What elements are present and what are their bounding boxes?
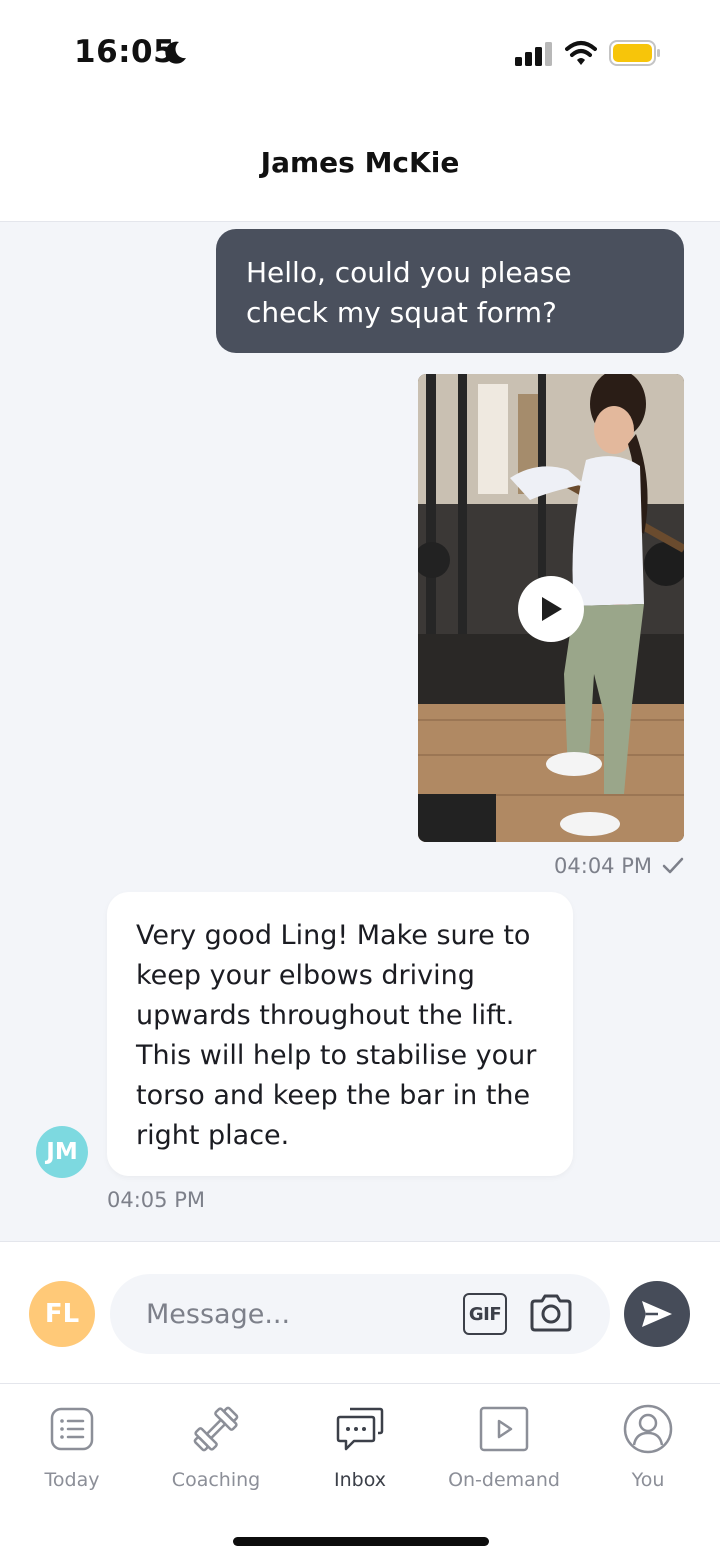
outgoing-message[interactable]: Hello, could you please check my squat f…	[216, 229, 684, 353]
play-icon	[479, 1406, 529, 1452]
dumbbell-icon	[193, 1406, 239, 1452]
message-input[interactable]	[146, 1292, 446, 1336]
message-composer: FL GIF	[0, 1241, 720, 1384]
chat-icon	[336, 1407, 384, 1451]
camera-icon[interactable]	[528, 1292, 574, 1334]
user-avatar[interactable]: FL	[29, 1281, 95, 1347]
nav-label: Today	[44, 1469, 100, 1491]
nav-label: Inbox	[334, 1469, 386, 1491]
nav-item-today[interactable]: Today	[0, 1403, 144, 1503]
status-bar: 16:05	[0, 0, 720, 106]
bottom-nav: Today Coaching Inbox On-demand You	[0, 1385, 720, 1561]
gif-button[interactable]: GIF	[463, 1293, 507, 1335]
chat-header: James McKie	[0, 106, 720, 222]
send-icon	[642, 1301, 672, 1327]
list-icon	[50, 1407, 94, 1451]
nav-label: You	[631, 1469, 665, 1491]
coach-avatar[interactable]: JM	[36, 1126, 88, 1178]
nav-item-you[interactable]: You	[576, 1403, 720, 1503]
page-title: James McKie	[260, 146, 460, 179]
send-button[interactable]	[624, 1281, 690, 1347]
play-icon	[542, 597, 562, 621]
nav-label: Coaching	[171, 1469, 261, 1491]
play-button[interactable]	[518, 576, 584, 642]
nav-label: On-demand	[448, 1469, 560, 1491]
message-timestamp: 04:04 PM	[554, 854, 652, 878]
home-indicator[interactable]	[233, 1537, 489, 1546]
nav-item-on-demand[interactable]: On-demand	[432, 1403, 576, 1503]
signal-icon	[515, 42, 552, 66]
moon-icon	[165, 41, 186, 64]
message-input-container[interactable]: GIF	[110, 1274, 610, 1354]
outgoing-message-meta: 04:04 PM	[554, 854, 684, 878]
user-icon	[623, 1404, 673, 1454]
battery-icon	[609, 40, 660, 66]
nav-item-coaching[interactable]: Coaching	[144, 1403, 288, 1503]
status-time: 16:05	[74, 34, 176, 70]
check-icon	[662, 857, 684, 874]
chat-thread[interactable]: Hello, could you please check my squat f…	[0, 222, 720, 1241]
wifi-icon	[565, 41, 597, 65]
video-message[interactable]	[418, 374, 684, 842]
message-timestamp: 04:05 PM	[107, 1188, 205, 1212]
nav-item-inbox[interactable]: Inbox	[288, 1403, 432, 1503]
incoming-message[interactable]: Very good Ling! Make sure to keep your e…	[107, 892, 573, 1176]
